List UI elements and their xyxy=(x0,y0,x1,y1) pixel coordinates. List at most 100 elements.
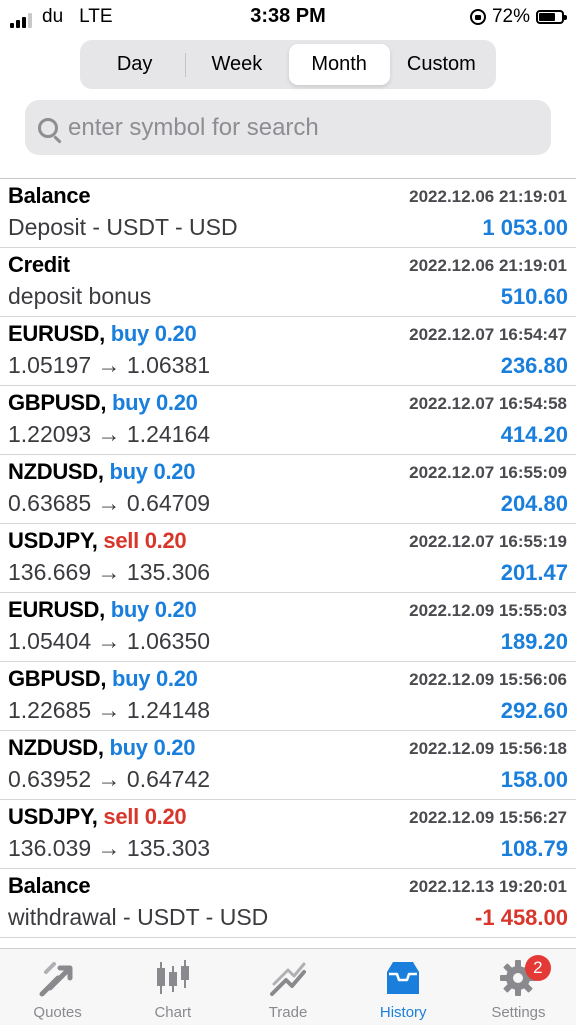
trade-volume: 0.20 xyxy=(153,459,196,484)
history-row[interactable]: GBPUSD, buy 0.20 2022.12.07 16:54:58 1.220… xyxy=(0,386,576,455)
history-row[interactable]: Balance 2022.12.13 19:20:01 withdrawal - U… xyxy=(0,869,576,938)
trade-volume: 0.20 xyxy=(144,528,187,553)
symbol-name: EURUSD, xyxy=(8,597,105,622)
tab-settings[interactable]: 2 Settings xyxy=(461,949,576,1025)
trade-volume: 0.20 xyxy=(154,321,197,346)
history-row-amount: 189.20 xyxy=(500,629,568,654)
history-row-title: USDJPY, sell 0.20 xyxy=(8,528,187,554)
history-row[interactable]: EURUSD, buy 0.20 2022.12.09 15:55:03 1.054… xyxy=(0,593,576,662)
history-row-detail: 0.63952 → 0.64742 xyxy=(8,766,211,792)
tab-label-settings: Settings xyxy=(491,1004,546,1021)
trade-direction: buy xyxy=(110,597,150,622)
history-row-title: Credit xyxy=(8,252,70,278)
history-row-time: 2022.12.07 16:54:58 xyxy=(409,394,567,413)
history-row-time: 2022.12.06 21:19:01 xyxy=(409,187,567,206)
tab-label-chart: Chart xyxy=(154,1004,192,1021)
history-row[interactable]: EURUSD, buy 0.20 2022.12.07 16:54:47 1.051… xyxy=(0,317,576,386)
tab-label-trade: Trade xyxy=(268,1004,308,1021)
bottom-tab-bar: Quotes Chart Trade History 2 Settings xyxy=(0,948,576,1025)
tab-quotes[interactable]: Quotes xyxy=(0,949,115,1025)
history-row-amount: 510.60 xyxy=(500,284,568,309)
symbol-name: GBPUSD, xyxy=(8,666,107,691)
symbol-name: NZDUSD, xyxy=(8,735,104,760)
tab-trade[interactable]: Trade xyxy=(230,949,345,1025)
trade-icon xyxy=(270,962,306,996)
trade-volume: 0.20 xyxy=(155,666,198,691)
orientation-lock-icon xyxy=(469,9,486,25)
history-row-time: 2022.12.07 16:55:19 xyxy=(409,532,567,551)
notification-badge: 2 xyxy=(524,955,551,981)
history-row-detail: 1.05197 → 1.06381 xyxy=(8,352,211,378)
tab-chart[interactable]: Chart xyxy=(115,949,230,1025)
history-row-amount: 108.79 xyxy=(500,836,568,861)
symbol-name: GBPUSD, xyxy=(8,390,107,415)
history-row[interactable]: USDJPY, sell 0.20 2022.12.09 15:56:27 136.… xyxy=(0,800,576,869)
trade-direction: sell xyxy=(103,804,139,829)
quotes-icon xyxy=(39,962,73,997)
history-row-detail: 1.22093 → 1.24164 xyxy=(8,421,211,447)
search-input[interactable] xyxy=(68,113,528,142)
trade-direction: buy xyxy=(111,666,151,691)
history-row-time: 2022.12.09 15:56:18 xyxy=(409,739,567,758)
history-row-time: 2022.12.09 15:56:27 xyxy=(409,808,567,827)
history-row-title: Balance xyxy=(8,183,91,209)
symbol-name: EURUSD, xyxy=(8,321,105,346)
tab-history[interactable]: History xyxy=(346,949,461,1025)
period-tab-month[interactable]: Month xyxy=(288,44,390,85)
history-row-time: 2022.12.13 19:20:01 xyxy=(409,877,567,896)
status-bar: du LTE 3:38 PM 72% xyxy=(0,0,576,34)
history-row-title: Balance xyxy=(8,873,91,899)
history-row-time: 2022.12.09 15:56:06 xyxy=(409,670,567,689)
symbol-name: Credit xyxy=(8,252,70,277)
history-row[interactable]: NZDUSD, buy 0.20 2022.12.09 15:56:18 0.639… xyxy=(0,731,576,800)
history-row[interactable]: USDJPY, sell 0.20 2022.12.07 16:55:19 136.… xyxy=(0,524,576,593)
period-segmented-control: Day Week Month Custom xyxy=(80,40,496,89)
battery-icon xyxy=(536,10,567,24)
trade-direction: sell xyxy=(103,528,139,553)
history-row-detail: withdrawal - USDT - USD xyxy=(8,904,269,930)
tab-label-history: History xyxy=(379,1004,427,1021)
period-tab-week[interactable]: Week xyxy=(186,44,287,85)
inbox-history-icon xyxy=(387,962,420,994)
history-row-title: USDJPY, sell 0.20 xyxy=(8,804,187,830)
trade-direction: buy xyxy=(110,321,150,346)
history-row-time: 2022.12.07 16:55:09 xyxy=(409,463,567,482)
symbol-name: Balance xyxy=(8,183,91,208)
history-row-time: 2022.12.09 15:55:03 xyxy=(409,601,567,620)
history-row-detail: 1.22685 → 1.24148 xyxy=(8,697,211,723)
trade-volume: 0.20 xyxy=(154,597,197,622)
history-row-amount: 201.47 xyxy=(500,560,568,585)
symbol-name: USDJPY, xyxy=(8,528,98,553)
history-row[interactable]: GBPUSD, buy 0.20 2022.12.09 15:56:06 1.226… xyxy=(0,662,576,731)
history-row-detail: 0.63685 → 0.64709 xyxy=(8,490,211,516)
history-row-detail: 136.669 → 135.306 xyxy=(8,559,211,585)
period-tab-custom[interactable]: Custom xyxy=(391,44,492,85)
history-row[interactable]: Credit 2022.12.06 21:19:01 deposit bonus 51… xyxy=(0,248,576,317)
history-row-amount: 158.00 xyxy=(500,767,568,792)
trade-volume: 0.20 xyxy=(144,804,187,829)
status-bar-right: 72% xyxy=(469,6,567,28)
battery-percent: 72% xyxy=(491,6,530,27)
history-row-amount: 1 053.00 xyxy=(482,215,568,240)
history-row[interactable]: NZDUSD, buy 0.20 2022.12.07 16:55:09 0.636… xyxy=(0,455,576,524)
period-tab-day[interactable]: Day xyxy=(84,44,185,85)
search-bar[interactable] xyxy=(25,100,551,155)
search-icon xyxy=(38,117,58,138)
history-row-detail: deposit bonus xyxy=(8,283,152,309)
trade-direction: buy xyxy=(109,459,149,484)
battery-level-fill xyxy=(539,13,555,21)
history-row-title: NZDUSD, buy 0.20 xyxy=(8,735,195,761)
history-list[interactable]: Balance 2022.12.06 21:19:01 Deposit - USDT… xyxy=(0,178,576,949)
history-row-detail: 136.039 → 135.303 xyxy=(8,835,211,861)
history-row[interactable]: Balance 2022.12.06 21:19:01 Deposit - USDT… xyxy=(0,179,576,248)
history-row-amount: 414.20 xyxy=(500,422,568,447)
history-row-amount: 236.80 xyxy=(500,353,568,378)
trade-direction: buy xyxy=(109,735,149,760)
history-row-time: 2022.12.06 21:19:01 xyxy=(409,256,567,275)
trade-direction: buy xyxy=(111,390,151,415)
symbol-name: Balance xyxy=(8,873,91,898)
trade-volume: 0.20 xyxy=(153,735,196,760)
history-row-title: GBPUSD, buy 0.20 xyxy=(8,390,198,416)
history-row-amount: -1 458.00 xyxy=(475,905,568,930)
history-row-amount: 292.60 xyxy=(500,698,568,723)
